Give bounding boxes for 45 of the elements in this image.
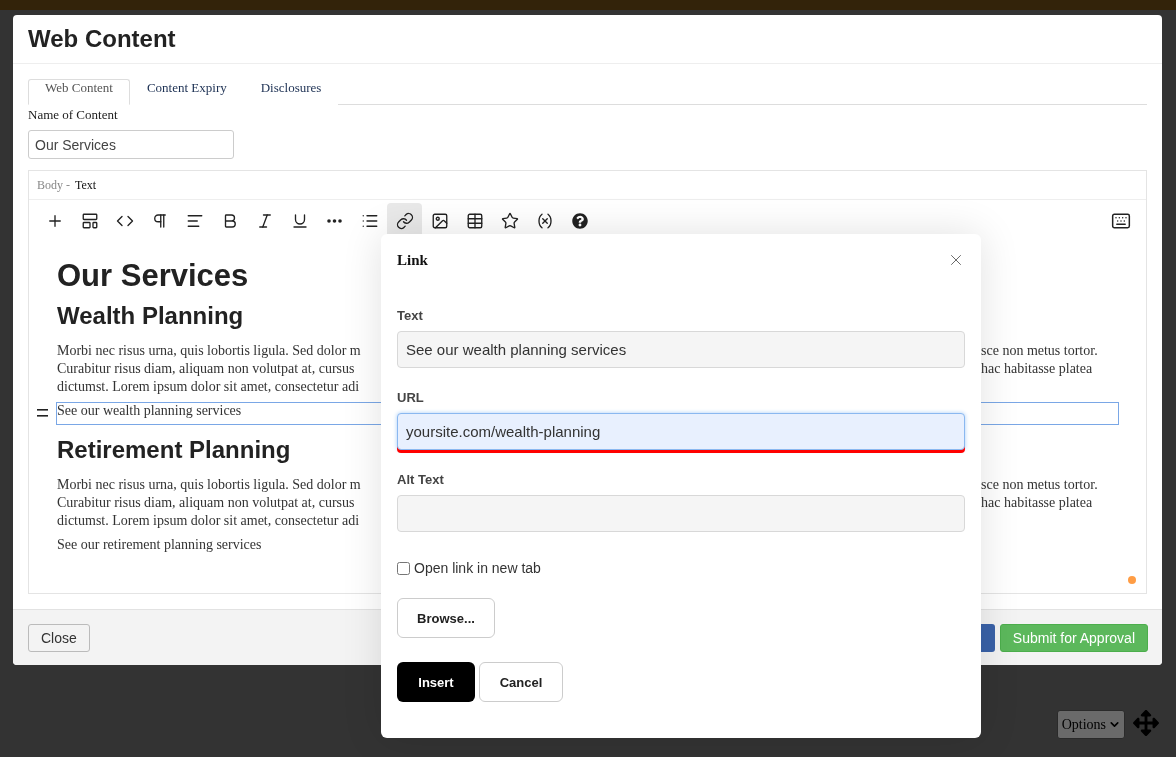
options-select[interactable]: Options <box>1056 710 1125 739</box>
checkbox[interactable] <box>397 561 410 575</box>
underline-icon <box>290 211 309 230</box>
variable-icon <box>535 211 554 230</box>
image-icon <box>430 211 449 230</box>
section-heading: Wealth Planning <box>57 301 244 331</box>
paragraph-text: dictumst. Lorem ipsum dolor sit amet, consectetur adi <box>57 378 360 396</box>
field-label: Body - <box>37 177 70 193</box>
paragraph-text: Curabitur risus diam, aliquam non volutpat at, cursus <box>57 494 355 512</box>
tab[interactable]: Web Content <box>28 79 130 105</box>
browse-button[interactable]: Browse... <box>397 598 495 638</box>
insert-button[interactable]: Insert <box>397 662 475 702</box>
field-label: Alt Text <box>397 472 445 487</box>
name-field[interactable]: Our Services <box>28 130 234 159</box>
close-button[interactable]: Close <box>28 623 90 652</box>
checkbox-label: Open link in new tab <box>414 560 541 576</box>
content-heading: Our Services <box>57 257 249 295</box>
status-dot <box>1128 576 1136 584</box>
input-field[interactable]: See our wealth planning services <box>397 331 965 368</box>
paragraph-text: hac habitasse platea <box>981 494 1093 512</box>
paragraph-text: hac habitasse platea <box>981 360 1093 378</box>
more-icon <box>327 218 342 223</box>
paragraph-text: Curabitur risus diam, aliquam non volutpat at, cursus <box>57 360 355 378</box>
field-label: Name of Content <box>28 107 119 123</box>
input-field[interactable] <box>397 495 965 532</box>
table-icon <box>465 211 484 230</box>
field-type: Text <box>75 177 97 193</box>
paragraph-text: sce non metus tortor. <box>981 476 1098 494</box>
field-label: URL <box>397 390 425 405</box>
star-icon <box>500 211 519 230</box>
window-title: Web Content <box>28 25 176 53</box>
paragraph-text: sce non metus tortor. <box>981 342 1098 360</box>
cancel-button[interactable]: Cancel <box>479 662 563 702</box>
section-heading: Retirement Planning <box>57 435 291 465</box>
input-field[interactable]: yoursite.com/wealth-planning <box>397 413 965 450</box>
link-text[interactable]: See our retirement planning services <box>57 537 262 558</box>
paragraph-text: Morbi nec risus urna, quis lobortis ligula. Sed dolor m <box>57 476 361 494</box>
layout-icon <box>80 211 99 230</box>
drag-handle-icon[interactable] <box>37 409 48 417</box>
paragraph-text: Morbi nec risus urna, quis lobortis ligula. Sed dolor m <box>57 342 361 360</box>
field-label: Text <box>397 308 424 323</box>
dialog-title: Link <box>397 251 428 269</box>
help-icon <box>571 212 588 229</box>
link-icon <box>395 211 414 230</box>
paragraph-text: dictumst. Lorem ipsum dolor sit amet, consectetur adi <box>57 512 360 530</box>
